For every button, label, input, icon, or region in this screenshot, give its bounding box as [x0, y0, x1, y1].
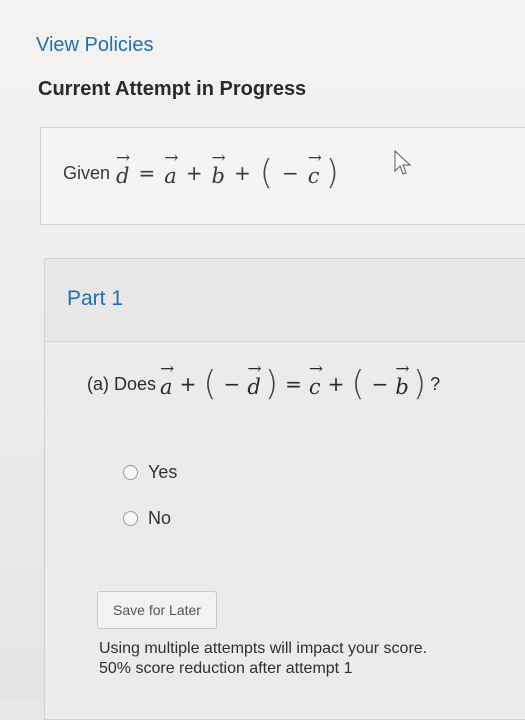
left-paren: (: [351, 364, 365, 404]
question-mark: ?: [430, 373, 441, 394]
part-header: Part 1: [45, 259, 525, 342]
vector-d: d: [116, 148, 130, 188]
part-1-panel: Part 1 (a) Does a + ( − d ) = c + ( − b …: [44, 258, 525, 720]
option-no-label: No: [148, 508, 172, 528]
right-paren: ): [412, 364, 427, 404]
right-paren: ): [264, 364, 279, 404]
option-yes-label: Yes: [148, 462, 178, 482]
vector-b: b: [212, 148, 226, 188]
left-paren: (: [259, 153, 274, 193]
mouse-pointer-icon: [394, 150, 412, 175]
part-title: Part 1: [67, 287, 124, 310]
vector-d: d: [247, 359, 261, 399]
vector-b: b: [395, 359, 409, 399]
question-prefix: (a) Does: [87, 373, 157, 394]
plus-sign: +: [234, 161, 251, 185]
option-yes[interactable]: Yes: [123, 462, 177, 483]
given-label: Given: [63, 162, 111, 183]
given-equation: Given d = a + b + ( − c ): [63, 148, 339, 193]
question-a: (a) Does a + ( − d ) = c + ( − b ) ?: [87, 359, 441, 404]
radio-yes[interactable]: [123, 465, 138, 480]
plus-sign: +: [185, 161, 203, 185]
vector-c: c: [308, 148, 320, 188]
notice-line-1: Using multiple attempts will impact your…: [99, 640, 428, 657]
attempt-notice: Using multiple attempts will impact your…: [99, 639, 519, 679]
attempt-title: Current Attempt in Progress: [38, 78, 307, 100]
left-paren: (: [203, 364, 217, 404]
equals-sign: =: [285, 372, 302, 396]
plus-sign: +: [179, 372, 197, 396]
plus-sign: +: [327, 372, 345, 396]
view-policies-link[interactable]: View Policies: [36, 34, 153, 57]
minus-sign: −: [223, 372, 241, 396]
minus-sign: −: [282, 161, 299, 185]
notice-line-2: 50% score reduction after attempt 1: [99, 660, 353, 677]
option-no[interactable]: No: [123, 508, 171, 529]
vector-a: a: [164, 148, 177, 188]
save-for-later-button[interactable]: Save for Later: [97, 591, 217, 629]
radio-no[interactable]: [123, 511, 138, 526]
given-statement-box: Given d = a + b + ( − c ): [40, 127, 525, 225]
minus-sign: −: [371, 372, 389, 396]
page: View Policies Current Attempt in Progres…: [0, 0, 525, 720]
equals-sign: =: [138, 161, 156, 185]
right-paren: ): [325, 153, 339, 193]
vector-c: c: [309, 359, 321, 399]
vector-a: a: [160, 359, 173, 399]
